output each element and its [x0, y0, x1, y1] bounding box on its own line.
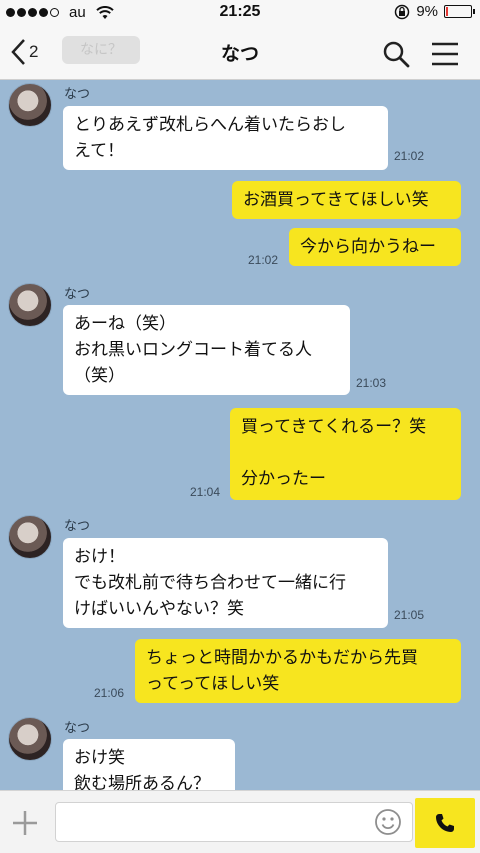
- battery-percent: 9%: [416, 3, 438, 20]
- smiley-icon[interactable]: [374, 808, 402, 836]
- message-time: 21:02: [248, 253, 279, 267]
- search-icon[interactable]: [382, 40, 410, 68]
- message-time: 21:04: [190, 485, 221, 499]
- message-bubble-incoming[interactable]: おけ！ でも改札前で待ち合わせて一緒に行 けばいいんやない？笑: [63, 538, 388, 628]
- chat-history[interactable]: なつ とりあえず改札らへん着いたらおし えて！ 21:02 お酒買ってきてほしい…: [0, 80, 480, 790]
- message-bubble-outgoing[interactable]: 買ってきてくれるー？笑 分かったー: [230, 408, 461, 500]
- message-time: 21:05: [394, 608, 425, 622]
- avatar[interactable]: [8, 83, 52, 127]
- message-bubble-incoming[interactable]: おけ笑 飲む場所あるん？: [63, 739, 235, 790]
- sender-name: なつ: [64, 87, 91, 102]
- status-bar: au 21:25 9%: [0, 0, 480, 26]
- message-bubble-outgoing[interactable]: ちょっと時間かかるかもだから先買 ってってほしい笑: [135, 639, 461, 703]
- nav-bar: 2 なに？ なつ: [0, 26, 480, 80]
- plus-icon[interactable]: [10, 808, 40, 838]
- avatar[interactable]: [8, 515, 52, 559]
- message-time: 21:03: [356, 376, 387, 390]
- battery-level-fill: [446, 7, 448, 16]
- message-input[interactable]: [55, 802, 413, 842]
- message-bubble-outgoing[interactable]: お酒買ってきてほしい笑: [232, 181, 461, 219]
- sender-name: なつ: [64, 519, 91, 534]
- battery-icon: [444, 5, 475, 18]
- message-bubble-incoming[interactable]: とりあえず改札らへん着いたらおし えて！: [63, 106, 388, 170]
- hamburger-menu-icon[interactable]: [430, 41, 460, 67]
- message-bubble-outgoing[interactable]: 今から向かうねー: [289, 228, 461, 266]
- message-bubble-incoming[interactable]: あーね（笑） おれ黒いロングコート着てる人 （笑）: [63, 305, 350, 395]
- status-right-group: 9%: [394, 3, 475, 20]
- phone-icon: [436, 814, 454, 832]
- avatar[interactable]: [8, 717, 52, 761]
- message-time: 21:02: [394, 149, 425, 163]
- message-input-bar: [0, 790, 480, 853]
- avatar[interactable]: [8, 283, 52, 327]
- rotation-lock-icon: [395, 4, 410, 19]
- message-time: 21:06: [94, 686, 125, 700]
- call-button[interactable]: [415, 798, 475, 848]
- sender-name: なつ: [64, 287, 91, 302]
- sender-name: なつ: [64, 721, 91, 736]
